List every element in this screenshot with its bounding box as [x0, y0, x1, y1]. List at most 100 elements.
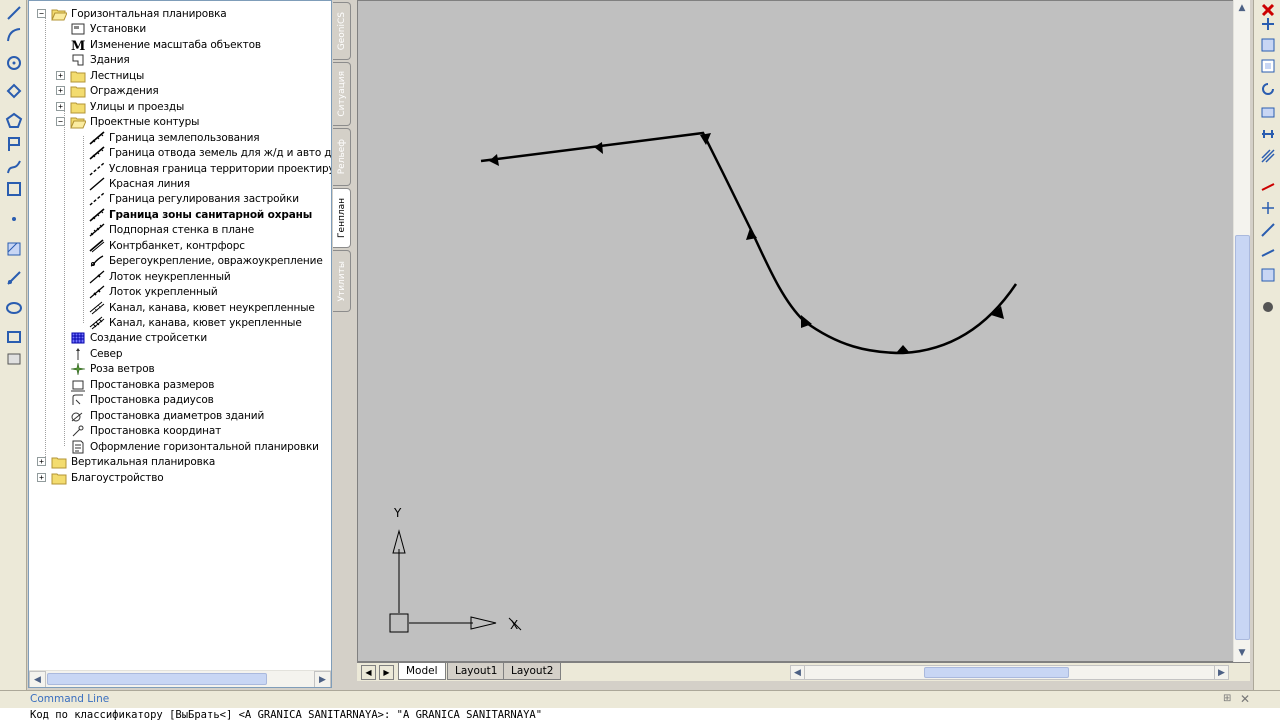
tree-item[interactable]: Простановка радиусов — [70, 392, 214, 407]
horizontal-scroll-thumb[interactable] — [924, 667, 1069, 678]
tree-item[interactable]: Благоустройство — [51, 470, 164, 485]
arc-tool-icon[interactable] — [3, 24, 24, 45]
stretch-icon[interactable] — [1258, 124, 1278, 144]
hscroll-right-button[interactable]: ▶ — [1214, 665, 1229, 680]
spline-tool-icon[interactable] — [3, 156, 24, 177]
scroll-down-button[interactable]: ▼ — [1234, 645, 1250, 661]
tree-item-label: Контрбанкет, контрфорс — [109, 239, 245, 252]
tree-item[interactable]: Лоток укрепленный — [89, 284, 218, 299]
copy-icon[interactable] — [1258, 14, 1278, 34]
point-tool-icon[interactable] — [3, 208, 24, 229]
tree-item[interactable]: Лоток неукрепленный — [89, 269, 231, 284]
tree-item[interactable]: Берегоукрепление, овражоукрепление — [89, 253, 323, 268]
explode-icon[interactable] — [1258, 296, 1278, 316]
tree-item[interactable]: Установки — [70, 21, 146, 36]
region-tool-icon[interactable] — [3, 297, 24, 318]
join-icon[interactable] — [1258, 220, 1278, 240]
rectangle-tool-icon[interactable] — [3, 133, 24, 154]
tree-expander-icon[interactable]: + — [56, 86, 65, 95]
tree-expander-icon[interactable]: + — [37, 473, 46, 482]
scale-icon[interactable] — [1258, 102, 1278, 122]
draw-toolbar — [0, 0, 27, 690]
tree-item[interactable]: Горизонтальная планировка — [51, 6, 227, 21]
sanitary-zone-boundary-polyline[interactable] — [480, 131, 1018, 355]
tab-nav-prev-button[interactable]: ◀ — [361, 665, 376, 680]
tab-genplan[interactable]: Генплан — [333, 188, 351, 248]
extend-icon[interactable] — [1258, 177, 1278, 197]
tab-situation[interactable]: Ситуация — [333, 62, 351, 126]
scroll-up-button[interactable]: ▲ — [1234, 0, 1250, 16]
drawing-horizontal-scrollbar[interactable]: ◀ ▶ — [790, 665, 1229, 680]
tree-item-label: Благоустройство — [71, 471, 164, 484]
offset-icon[interactable] — [1258, 56, 1278, 76]
circle-tool-icon[interactable] — [3, 52, 24, 73]
tree-item[interactable]: Здания — [70, 52, 130, 67]
tree-item[interactable]: Простановка размеров — [70, 377, 214, 392]
tab-geonics[interactable]: GeoniCS — [333, 2, 351, 60]
fillet-icon[interactable] — [1258, 265, 1278, 285]
tree-item[interactable]: Простановка диаметров зданий — [70, 408, 264, 423]
tree-item[interactable]: Лестницы — [70, 68, 144, 83]
pin-icon[interactable]: ⊞ — [1223, 693, 1231, 704]
tree-expander-icon[interactable]: + — [56, 71, 65, 80]
rotate-icon[interactable] — [1258, 79, 1278, 99]
vertical-scroll-thumb[interactable] — [1235, 235, 1250, 640]
tree-item[interactable]: Граница землепользования — [89, 130, 260, 145]
chamfer-icon[interactable] — [1258, 243, 1278, 263]
tree-item[interactable]: Создание стройсетки — [70, 330, 207, 345]
polygon-tool-icon[interactable] — [3, 110, 24, 131]
tree-item-label: Берегоукрепление, овражоукрепление — [109, 254, 323, 267]
tree-item[interactable]: Граница зоны санитарной охраны — [89, 207, 312, 222]
gradient-tool-icon[interactable] — [3, 267, 24, 288]
table-tool-icon[interactable] — [3, 326, 24, 347]
tree-item[interactable]: Граница регулирования застройки — [89, 191, 299, 206]
tree-item[interactable]: Роза ветров — [70, 361, 155, 376]
tree-item[interactable]: Условная граница территории проектируе — [89, 161, 331, 176]
tab-utilities[interactable]: Утилиты — [333, 250, 351, 312]
tab-nav-next-button[interactable]: ▶ — [379, 665, 394, 680]
model-space-canvas[interactable]: YX X Y — [357, 0, 1250, 662]
close-icon[interactable]: ✕ — [1240, 692, 1250, 706]
text-tool-icon[interactable] — [3, 348, 24, 369]
tree-item[interactable]: Канал, канава, кювет неукрепленные — [89, 300, 315, 315]
tree-item[interactable]: Проектные контуры — [70, 114, 199, 129]
scroll-right-button[interactable]: ▶ — [314, 671, 331, 687]
ellipse-tool-icon[interactable] — [3, 178, 24, 199]
tab-model[interactable]: Model — [398, 663, 446, 680]
mirror-icon[interactable] — [1258, 35, 1278, 55]
tree-horizontal-scrollbar[interactable]: ◀ ▶ — [29, 670, 331, 687]
tree-item[interactable]: Канал, канава, кювет укрепленные — [89, 315, 302, 330]
tree-item[interactable]: Простановка координат — [70, 423, 221, 438]
tree-item[interactable]: Подпорная стенка в плане — [89, 222, 254, 237]
channel-icon — [89, 301, 105, 315]
tree-item[interactable]: Ограждения — [70, 83, 159, 98]
tree-item[interactable]: M Изменение масштаба объектов — [70, 37, 261, 52]
hatch-tool-icon[interactable] — [3, 238, 24, 259]
folder-open-icon — [70, 115, 86, 129]
tree-item[interactable]: Север — [70, 346, 123, 361]
tree-scroll-thumb[interactable] — [47, 673, 267, 685]
tree-item[interactable]: Граница отвода земель для ж/д и авто дор — [89, 145, 331, 160]
tree-item-label: Простановка координат — [90, 424, 222, 437]
tree-item[interactable]: Вертикальная планировка — [51, 454, 215, 469]
tree-item[interactable]: Улицы и проезды — [70, 99, 184, 114]
line-tool-icon[interactable] — [3, 2, 24, 23]
break-icon[interactable] — [1258, 198, 1278, 218]
hscroll-left-button[interactable]: ◀ — [790, 665, 805, 680]
tree-item-label: Красная линия — [109, 177, 190, 190]
scroll-left-button[interactable]: ◀ — [29, 671, 46, 687]
command-line-history[interactable]: Код по классификатору [ВыБрать<] <A_GRAN… — [0, 708, 1280, 720]
tree-item[interactable]: Контрбанкет, контрфорс — [89, 238, 245, 253]
tree-item[interactable]: Оформление горизонтальной планировки — [70, 439, 319, 454]
trim-icon[interactable] — [1258, 146, 1278, 166]
tree-item[interactable]: Красная линия — [89, 176, 190, 191]
tab-relief[interactable]: Рельеф — [333, 128, 351, 186]
tab-label: Утилиты — [336, 260, 347, 302]
polyline-tool-icon[interactable] — [3, 80, 24, 101]
tab-layout1[interactable]: Layout1 — [447, 663, 506, 680]
drawing-vertical-scrollbar[interactable]: ▲ ▼ — [1233, 0, 1250, 662]
tree-item-label: Канал, канава, кювет укрепленные — [109, 316, 302, 329]
svg-text:M: M — [71, 39, 85, 52]
ucs-x-axis-label: X — [510, 618, 518, 632]
tab-layout2[interactable]: Layout2 — [503, 663, 562, 680]
